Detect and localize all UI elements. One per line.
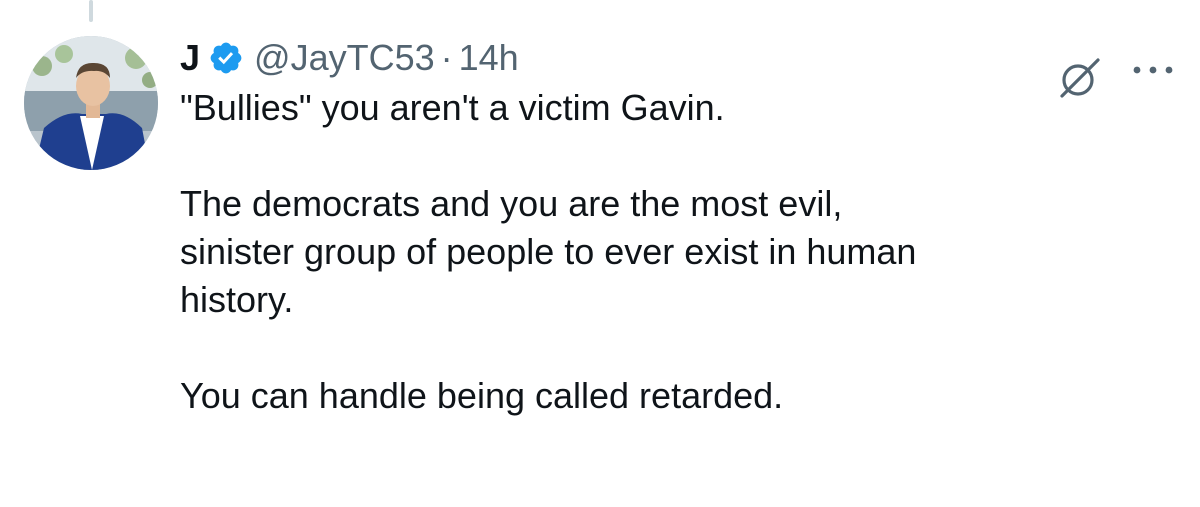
avatar-photo [24,36,158,170]
separator-dot: · [440,37,453,78]
tweet-paragraph: The democrats and you are the most evil,… [180,183,917,320]
avatar[interactable] [24,36,158,170]
timestamp[interactable]: 14h [459,34,519,82]
verified-badge-icon[interactable] [208,40,244,76]
user-handle[interactable]: @JayTC53 [254,34,435,82]
grok-icon[interactable] [1058,56,1102,100]
tweet-text: "Bullies" you aren't a victim Gavin. The… [180,84,1170,420]
tweet-paragraph: "Bullies" you aren't a victim Gavin. [180,87,725,128]
tweet-header: J @JayTC53 · 14h [180,34,1170,82]
display-name[interactable]: J [180,34,200,82]
thread-connector-line [89,0,93,22]
tweet[interactable]: J @JayTC53 · 14h "Bullies" you aren't a … [180,34,1170,420]
tweet-paragraph: You can handle being called retarded. [180,375,784,416]
more-options-icon[interactable] [1128,60,1178,80]
